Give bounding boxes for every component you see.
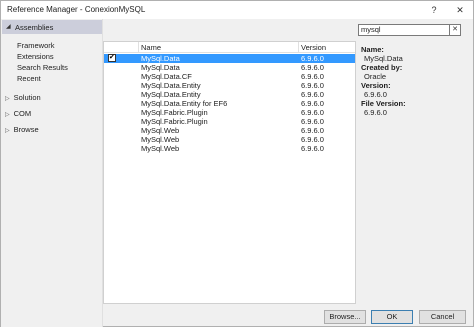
table-row[interactable]: MySql.Fabric.Plugin 6.9.6.0 [104, 108, 355, 117]
row-name: MySql.Data [141, 63, 180, 72]
nav-group-com[interactable]: ▷ COM [5, 109, 31, 118]
nav-group-browse[interactable]: ▷ Browse [5, 125, 39, 134]
row-name: MySql.Web [141, 126, 180, 135]
reference-manager-window: Reference Manager - ConexionMySQL ? ✕ ◢ … [0, 0, 474, 327]
expand-arrow-icon: ▷ [5, 96, 10, 102]
table-row[interactable]: MySql.Web 6.9.6.0 [104, 126, 355, 135]
row-version: 6.9.6.0 [301, 72, 324, 81]
help-button[interactable]: ? [425, 3, 443, 17]
assembly-list[interactable]: Name Version MySql.Data6.9.6.0MySql.Data… [103, 41, 356, 304]
row-name: MySql.Fabric.Plugin [141, 117, 208, 126]
row-name: MySql.Data.Entity for EF6 [141, 99, 228, 108]
table-row[interactable]: MySql.Web 6.9.6.0 [104, 135, 355, 144]
row-version: 6.9.6.0 [301, 108, 324, 117]
table-row[interactable]: MySql.Data.Entity for EF6 6.9.6.0 [104, 99, 355, 108]
search-input[interactable]: mysql [358, 24, 450, 36]
detail-file-version-label: File Version: [361, 99, 406, 108]
row-version: 6.9.6.0 [301, 117, 324, 126]
nav-group-solution[interactable]: ▷ Solution [5, 93, 41, 102]
column-separator [298, 42, 299, 53]
cancel-button[interactable]: Cancel [419, 310, 466, 324]
row-name: MySql.Data [141, 54, 180, 63]
nav-item-extensions[interactable]: Extensions [17, 52, 54, 61]
list-header: Name Version [104, 42, 355, 53]
table-row[interactable]: MySql.Data 6.9.6.0 [104, 53, 355, 63]
nav-header-assemblies[interactable]: ◢ Assemblies [2, 20, 102, 34]
expand-arrow-icon: ▷ [5, 112, 10, 118]
table-row[interactable]: MySql.Data 6.9.6.0 [104, 63, 355, 72]
title-bar: Reference Manager - ConexionMySQL ? ✕ [1, 1, 473, 19]
row-version: 6.9.6.0 [301, 63, 324, 72]
table-row[interactable]: MySql.Fabric.Plugin 6.9.6.0 [104, 117, 355, 126]
row-version: 6.9.6.0 [301, 135, 324, 144]
table-row[interactable]: MySql.Web 6.9.6.0 [104, 144, 355, 153]
nav-item-framework[interactable]: Framework [17, 41, 55, 50]
detail-created-value: Oracle [364, 72, 387, 81]
table-row[interactable]: MySql.Data.CF 6.9.6.0 [104, 72, 355, 81]
detail-name-label: Name: [361, 45, 384, 54]
ok-button[interactable]: OK [371, 310, 413, 324]
row-version: 6.9.6.0 [301, 81, 324, 90]
column-header-name[interactable]: Name [141, 43, 161, 52]
navigation-panel: ◢ Assemblies Framework Extensions Search… [1, 19, 102, 327]
row-name: MySql.Data.CF [141, 72, 192, 81]
detail-name-value: MySql.Data [364, 54, 403, 63]
row-version: 6.9.6.0 [301, 54, 324, 63]
detail-version-value: 6.9.6.0 [364, 90, 387, 99]
row-name: MySql.Web [141, 144, 180, 153]
row-name: MySql.Web [141, 135, 180, 144]
clear-search-icon[interactable]: ✕ [450, 24, 461, 36]
close-button[interactable]: ✕ [451, 3, 469, 17]
row-checkbox[interactable] [108, 53, 116, 62]
row-version: 6.9.6.0 [301, 144, 324, 153]
column-header-version[interactable]: Version [301, 43, 326, 52]
table-row[interactable]: MySql.Data.Entity 6.9.6.0 [104, 81, 355, 90]
row-version: 6.9.6.0 [301, 90, 324, 99]
expand-arrow-icon: ▷ [5, 128, 10, 134]
row-name: MySql.Data.Entity [141, 90, 201, 99]
detail-file-version-value: 6.9.6.0 [364, 108, 387, 117]
nav-item-search-results[interactable]: Search Results [17, 63, 68, 72]
table-row[interactable]: MySql.Data.Entity 6.9.6.0 [104, 90, 355, 99]
collapse-arrow-icon: ◢ [6, 24, 11, 30]
row-version: 6.9.6.0 [301, 99, 324, 108]
details-panel: Name: MySql.Data Created by: Oracle Vers… [358, 41, 471, 304]
browse-button[interactable]: Browse... [324, 310, 366, 324]
column-separator [138, 42, 139, 53]
nav-item-recent[interactable]: Recent [17, 74, 41, 83]
row-version: 6.9.6.0 [301, 126, 324, 135]
detail-version-label: Version: [361, 81, 391, 90]
row-name: MySql.Fabric.Plugin [141, 108, 208, 117]
row-name: MySql.Data.Entity [141, 81, 201, 90]
window-title: Reference Manager - ConexionMySQL [7, 5, 146, 14]
detail-created-label: Created by: [361, 63, 403, 72]
